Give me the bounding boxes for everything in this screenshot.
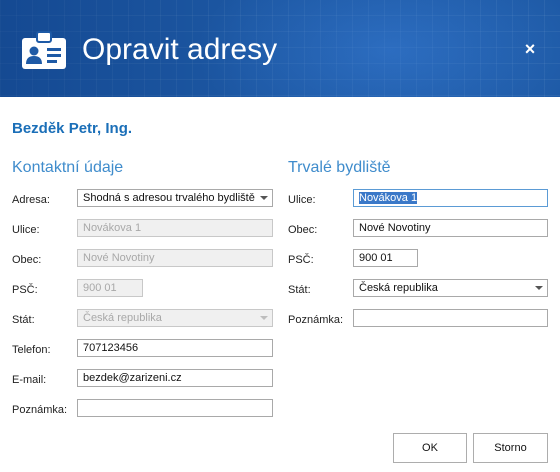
contact-city-field[interactable]: Nové Novotiny [77,249,273,267]
dialog-title: Opravit adresy [82,33,278,66]
contact-heading: Kontaktní údaje [12,159,124,176]
cancel-button[interactable]: Storno [473,433,548,463]
phone-label: Telefon: [12,344,51,356]
permanent-street-label: Ulice: [288,194,316,206]
address-select[interactable]: Shodná s adresou trvalého bydliště [77,189,273,207]
permanent-country-label: Stát: [288,284,311,296]
close-icon[interactable]: × [520,39,540,59]
dialog-header: Opravit adresy × [0,0,560,97]
email-label: E-mail: [12,374,47,386]
ok-button[interactable]: OK [393,433,467,463]
contact-country-value: Česká republika [83,312,162,324]
chevron-down-icon [260,316,268,320]
contact-city-label: Obec: [12,254,42,266]
contact-country-label: Stát: [12,314,35,326]
permanent-city-field[interactable]: Nové Novotiny [353,219,548,237]
phone-field[interactable]: 707123456 [77,339,273,357]
address-select-value: Shodná s adresou trvalého bydliště [83,192,255,204]
permanent-zip-field[interactable]: 900 01 [353,249,418,267]
contact-street-label: Ulice: [12,224,40,236]
chevron-down-icon [535,286,543,290]
contact-country-select[interactable]: Česká republika [77,309,273,327]
permanent-note-field[interactable] [353,309,548,327]
person-name: Bezděk Petr, Ing. [12,120,133,137]
contact-note-label: Poznámka: [12,404,68,416]
contact-note-field[interactable] [77,399,273,417]
permanent-zip-label: PSČ: [288,254,314,266]
id-card-icon [22,31,66,69]
permanent-country-select[interactable]: Česká republika [353,279,548,297]
permanent-street-field[interactable]: Novákova 1 [353,189,548,207]
permanent-street-value: Novákova 1 [359,192,418,204]
contact-zip-field[interactable]: 900 01 [77,279,143,297]
address-label: Adresa: [12,194,50,206]
permanent-heading: Trvalé bydliště [288,159,391,176]
permanent-country-value: Česká republika [359,282,438,294]
permanent-city-label: Obec: [288,224,318,236]
contact-street-field[interactable]: Novákova 1 [77,219,273,237]
email-field[interactable]: bezdek@zarizeni.cz [77,369,273,387]
contact-zip-label: PSČ: [12,284,38,296]
permanent-note-label: Poznámka: [288,314,344,326]
chevron-down-icon [260,196,268,200]
